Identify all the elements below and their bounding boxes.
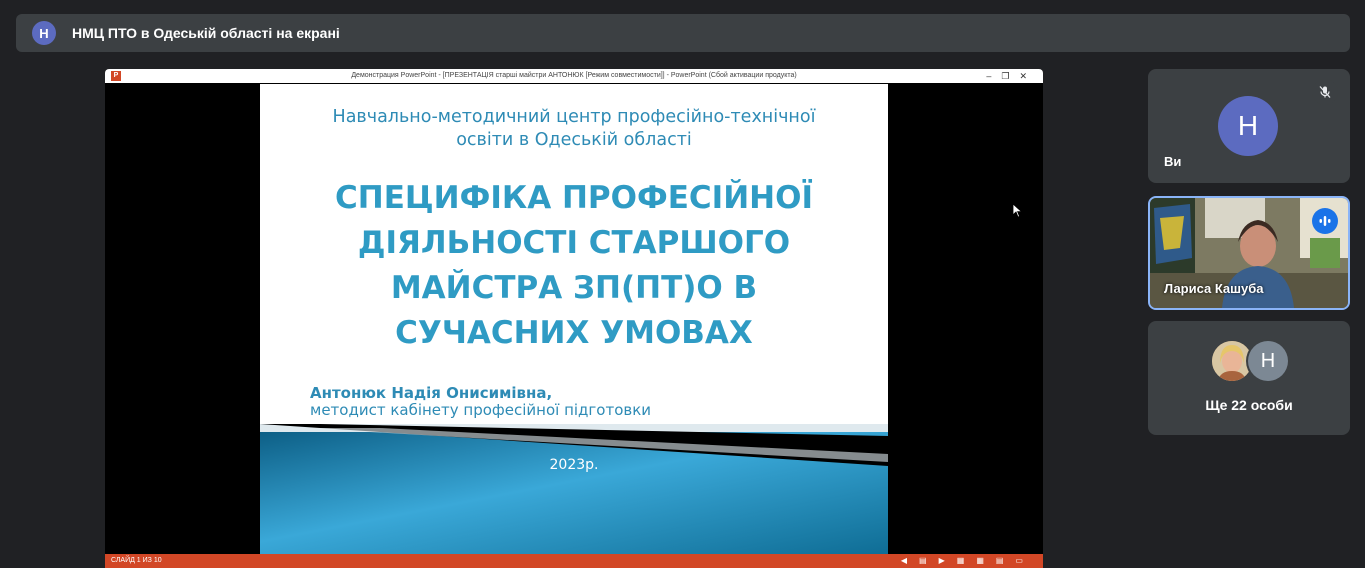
slide-subtitle-line: освіти в Одеській області bbox=[456, 130, 692, 150]
participant-letter-avatar: Н bbox=[1248, 341, 1288, 381]
author-name: Антонюк Надія Онисимівна, bbox=[310, 384, 553, 402]
ppt-window-title: Демонстрация PowerPoint - [ПРЕЗЕНТАЦІЯ с… bbox=[351, 72, 797, 79]
mic-off-icon bbox=[1312, 79, 1338, 105]
author-role: методист кабінету професійної підготовки bbox=[310, 401, 652, 419]
slide-year: 2023р. bbox=[549, 457, 599, 473]
slideshow-controls[interactable]: ◀▤▶▦▦▤▭ bbox=[901, 554, 1035, 568]
slide-subtitle: Навчально-методичний центр професійно-те… bbox=[260, 106, 888, 152]
slide-counter: СЛАЙД 1 ИЗ 10 bbox=[111, 557, 162, 564]
slide-decoration-band bbox=[260, 424, 888, 554]
mouse-cursor-icon bbox=[1013, 204, 1023, 218]
presenter-avatar: Н bbox=[32, 21, 56, 45]
speaker-name: Лариса Кашуба bbox=[1164, 281, 1264, 296]
others-avatars: Н bbox=[1212, 341, 1292, 383]
slide-subtitle-line: Навчально-методичний центр професійно-те… bbox=[332, 107, 816, 127]
self-name: Ви bbox=[1164, 154, 1182, 169]
powerpoint-icon: P bbox=[111, 71, 121, 81]
window-controls: –❐✕ bbox=[986, 71, 1037, 81]
slide: Навчально-методичний центр професійно-те… bbox=[260, 84, 888, 554]
presenting-banner: Н НМЦ ПТО в Одеській області на екрані bbox=[16, 14, 1350, 52]
ppt-status-bar: СЛАЙД 1 ИЗ 10 ◀▤▶▦▦▤▭ bbox=[105, 554, 1043, 568]
shared-screen[interactable]: P Демонстрация PowerPoint - [ПРЕЗЕНТАЦІЯ… bbox=[105, 69, 1043, 568]
ppt-titlebar: P Демонстрация PowerPoint - [ПРЕЗЕНТАЦІЯ… bbox=[105, 69, 1043, 83]
others-count: Ще 22 особи bbox=[1205, 397, 1293, 413]
participant-tile-others[interactable]: Н Ще 22 особи bbox=[1148, 321, 1350, 435]
participant-tile-speaker[interactable]: Лариса Кашуба bbox=[1148, 196, 1350, 310]
slide-title: СПЕЦИФІКА ПРОФЕСІЙНОЇ ДІЯЛЬНОСТІ СТАРШОГ… bbox=[260, 176, 888, 356]
self-avatar: Н bbox=[1218, 96, 1278, 156]
slide-title-line: СУЧАСНИХ УМОВАХ bbox=[395, 315, 753, 351]
participant-tile-self[interactable]: Н Ви bbox=[1148, 69, 1350, 183]
presenter-label: НМЦ ПТО в Одеській області на екрані bbox=[72, 25, 340, 41]
slide-author: Антонюк Надія Онисимівна, методист кабін… bbox=[310, 385, 870, 419]
speaking-indicator-icon bbox=[1312, 208, 1338, 234]
slide-title-line: СПЕЦИФІКА ПРОФЕСІЙНОЇ bbox=[335, 180, 813, 216]
participant-photo-avatar bbox=[1212, 341, 1252, 381]
slide-title-line: МАЙСТРА ЗП(ПТ)О В bbox=[390, 270, 758, 306]
slide-title-line: ДІЯЛЬНОСТІ СТАРШОГО bbox=[357, 225, 791, 261]
